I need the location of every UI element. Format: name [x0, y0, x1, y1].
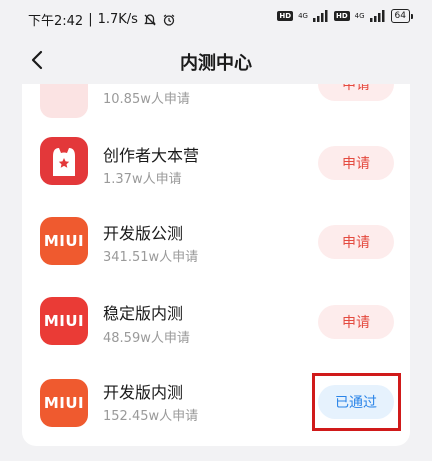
apply-count: 10.85w人申请 [103, 92, 190, 107]
mi-bunny-logo-icon [40, 137, 88, 185]
apply-count: 48.59w人申请 [103, 331, 190, 346]
apply-button[interactable]: 申请 [318, 84, 394, 101]
network-type: 4G [298, 11, 308, 20]
network-type-2: 4G [354, 11, 365, 20]
apply-count: 341.51w人申请 [103, 250, 199, 265]
list-item[interactable]: 创作者大本营 1.37w人申请 申请 [22, 124, 410, 204]
miui-logo-icon: MIUI [40, 297, 88, 345]
program-name: 开发版公测 [103, 224, 184, 243]
program-name: 开发版内测 [103, 383, 184, 402]
signal-icon-2 [369, 10, 386, 22]
list-item[interactable]: MIUI 稳定版内测 48.59w人申请 申请 [22, 284, 410, 364]
apply-button[interactable]: 申请 [318, 305, 394, 339]
status-right: HD 4G HD 4G 64 [277, 9, 414, 23]
highlight-box [312, 373, 401, 431]
apply-button[interactable]: 申请 [318, 225, 394, 259]
status-left: 下午2:42 | 1.7K/s [28, 10, 176, 29]
apply-count: 1.37w人申请 [103, 172, 182, 187]
network-speed: 1.7K/s [97, 12, 138, 27]
program-name: 创作者大本营 [103, 146, 200, 165]
apply-count: 152.45w人申请 [103, 409, 199, 424]
program-name: 稳定版内测 [103, 304, 184, 323]
alarm-clock-icon [162, 13, 176, 27]
list-item[interactable]: MIUI 开发版公测 341.51w人申请 申请 [22, 204, 410, 284]
miui-logo-icon: MIUI [40, 217, 88, 265]
program-list: 10.85w人申请 申请 创作者大本营 1.37w人申请 申请 MIUI 开发版… [22, 84, 410, 446]
bell-muted-icon [143, 13, 157, 27]
hd-badge-2: HD [333, 11, 350, 21]
hd-badge: HD [277, 11, 294, 21]
app-icon [40, 84, 88, 118]
list-item[interactable]: MIUI 开发版内测 152.45w人申请 已通过 [22, 364, 410, 444]
battery-icon: 64 [390, 9, 414, 23]
miui-logo-icon: MIUI [40, 379, 88, 427]
nav-bar: 内测中心 [0, 38, 432, 84]
status-time: 下午2:42 [28, 14, 84, 29]
page-title: 内测中心 [180, 53, 252, 74]
status-bar: 下午2:42 | 1.7K/s HD 4G HD 4G 64 [0, 0, 432, 38]
signal-icon [312, 10, 329, 22]
apply-button[interactable]: 申请 [318, 146, 394, 180]
